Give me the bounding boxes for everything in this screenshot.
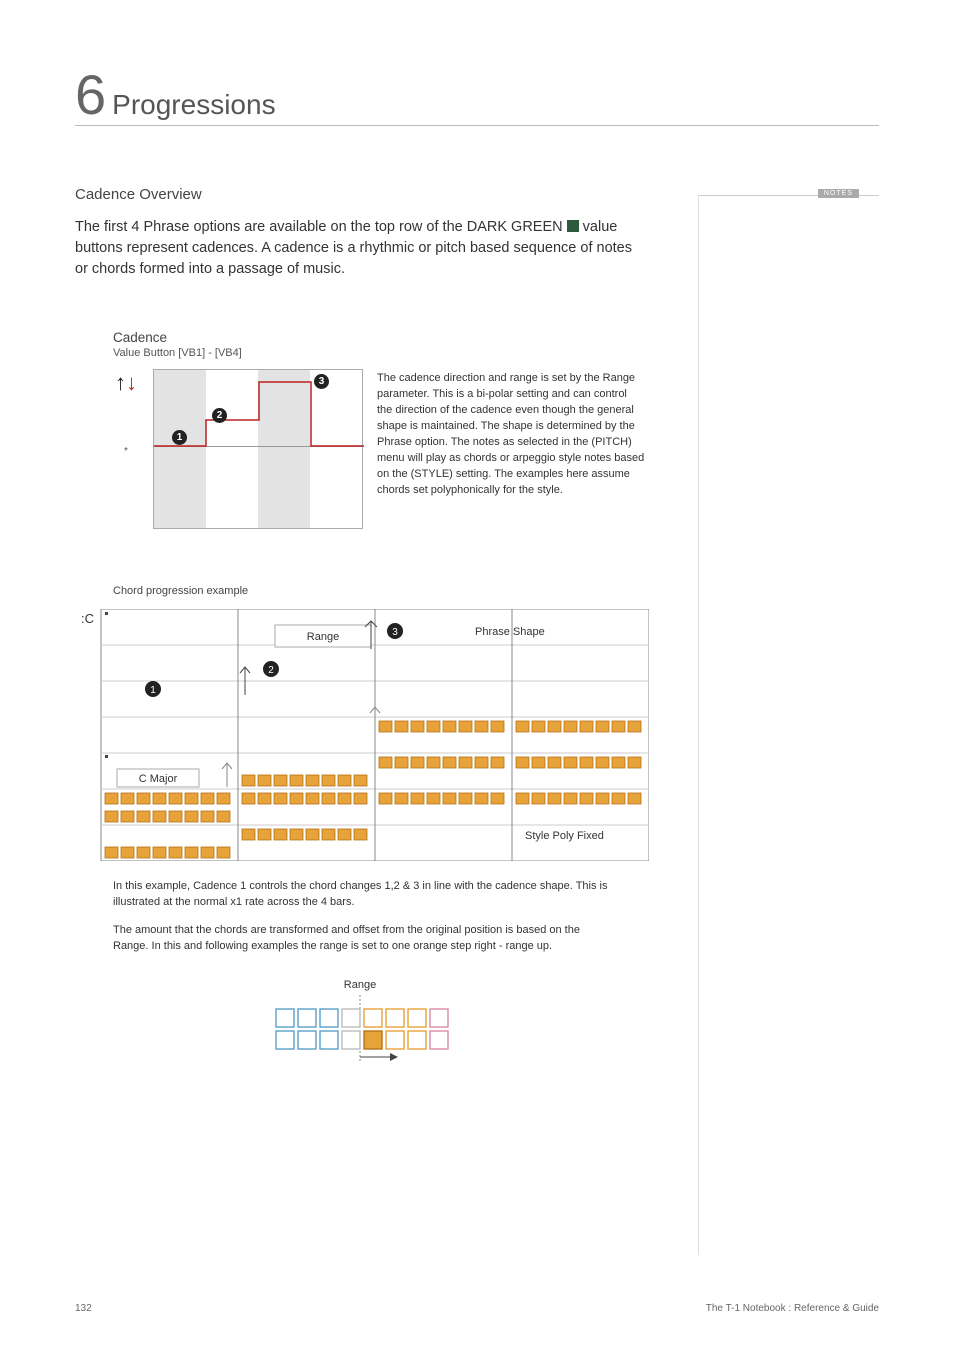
notes-label: NOTES	[818, 189, 859, 198]
page-number: 132	[75, 1303, 92, 1314]
direction-arrows: ↑↓ *	[113, 369, 139, 456]
example-para-1: In this example, Cadence 1 controls the …	[113, 879, 613, 911]
star-marker-icon: *	[113, 447, 139, 456]
svg-text:Range: Range	[307, 631, 339, 643]
arrow-up-icon: ↑	[115, 370, 126, 395]
svg-text:Style Poly Fixed: Style Poly Fixed	[525, 830, 604, 842]
dark-green-swatch-icon	[567, 220, 579, 232]
chord-progression-grid: :C	[75, 609, 649, 861]
svg-text:1: 1	[150, 685, 156, 696]
intro-pre: The first 4 Phrase options are available…	[75, 219, 567, 235]
notes-sidebar: NOTES	[699, 195, 879, 196]
book-title: The T-1 Notebook : Reference & Guide	[706, 1303, 879, 1314]
key-label: :C	[81, 611, 94, 626]
chapter-header: 6 Progressions	[75, 70, 879, 126]
svg-text:3: 3	[392, 627, 398, 638]
overview-heading: Cadence Overview	[75, 186, 645, 203]
badge-3: 3	[314, 374, 329, 389]
chord-example-title: Chord progression example	[113, 585, 645, 597]
range-label: Range	[75, 979, 645, 991]
svg-text:2: 2	[268, 665, 274, 676]
cadence-description: The cadence direction and range is set b…	[377, 369, 645, 499]
cadence-shape-graph: 1 2 3	[153, 369, 363, 529]
example-para-2: The amount that the chords are transform…	[113, 923, 613, 955]
arrow-down-icon: ↓	[126, 370, 137, 395]
svg-text:Phrase Shape: Phrase Shape	[475, 626, 545, 638]
range-diagram: Range	[75, 979, 645, 1070]
chapter-number: 6	[75, 70, 106, 120]
chapter-title: Progressions	[112, 89, 275, 121]
cadence-subtitle: Value Button [VB1] - [VB4]	[113, 347, 645, 359]
badge-1: 1	[172, 430, 187, 445]
svg-text:C Major: C Major	[139, 773, 178, 785]
notes-divider	[698, 195, 699, 1255]
cadence-title: Cadence	[113, 330, 645, 345]
intro-paragraph: The first 4 Phrase options are available…	[75, 217, 645, 280]
badge-2: 2	[212, 408, 227, 423]
